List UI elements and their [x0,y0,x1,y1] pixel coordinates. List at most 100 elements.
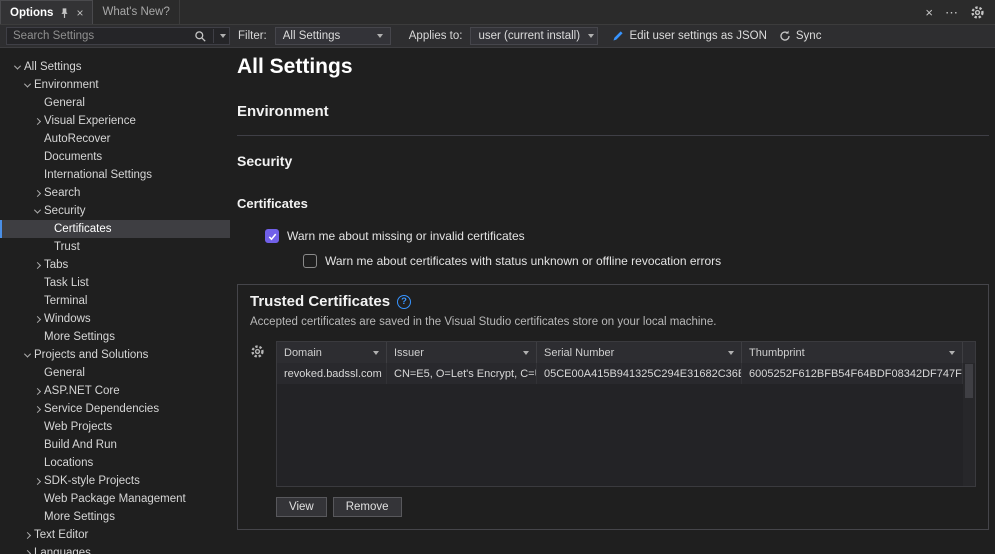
table-scrollbar-thumb[interactable] [965,364,973,398]
column-header-domain[interactable]: Domain [277,342,387,363]
chevron-slot [30,479,44,484]
chevron-right-icon[interactable] [23,549,30,554]
tree-item-more-settings[interactable]: More Settings [0,508,230,526]
pin-icon[interactable] [59,7,70,19]
tree-item-terminal[interactable]: Terminal [0,292,230,310]
tree-item-service-dependencies[interactable]: Service Dependencies [0,400,230,418]
chevron-slot [30,209,44,214]
tree-item-label: Search [44,187,80,199]
tab-bar-spacer [180,0,916,24]
tree-item-tabs[interactable]: Tabs [0,256,230,274]
column-filter-chevron-icon[interactable] [373,351,379,355]
close-icon[interactable]: × [925,6,933,19]
warn-missing-certificates-checkbox[interactable] [265,229,279,243]
warn-status-unknown-row: Warn me about certificates with status u… [303,254,989,268]
search-icon[interactable] [191,30,210,43]
tree-item-search[interactable]: Search [0,184,230,202]
tree-item-label: Trust [54,241,80,253]
more-options-icon[interactable]: ⋯ [945,6,958,19]
chevron-right-icon[interactable] [33,117,40,124]
help-icon[interactable]: ? [397,295,411,309]
column-header-serial-number[interactable]: Serial Number [537,342,742,363]
tree-item-locations[interactable]: Locations [0,454,230,472]
gear-icon[interactable] [970,5,985,20]
filter-dropdown[interactable]: All Settings [275,27,391,45]
tree-item-task-list[interactable]: Task List [0,274,230,292]
tab-options[interactable]: Options × [0,0,93,24]
view-button[interactable]: View [276,497,327,517]
table-scrollbar[interactable] [963,363,975,486]
tree-item-windows[interactable]: Windows [0,310,230,328]
cell-thumbprint: 6005252F612BFB54F64BDF08342DF747FB56C2B1 [742,363,963,384]
tree-item-web-package-management[interactable]: Web Package Management [0,490,230,508]
column-header-thumbprint[interactable]: Thumbprint [742,342,963,363]
search-input[interactable] [13,30,191,42]
chevron-right-icon[interactable] [33,405,40,412]
warn-missing-certificates-row: Warn me about missing or invalid certifi… [265,229,989,243]
search-box[interactable] [6,27,230,45]
remove-button[interactable]: Remove [333,497,402,517]
column-filter-chevron-icon[interactable] [523,351,529,355]
chevron-right-icon[interactable] [33,387,40,394]
tree-item-label: More Settings [44,331,115,343]
certificates-heading: Certificates [237,196,989,211]
tree-item-languages[interactable]: Languages [0,544,230,554]
tree-item-sdk-style-projects[interactable]: SDK-style Projects [0,472,230,490]
tab-whats-new[interactable]: What's New? [93,0,179,24]
settings-page: All Settings Environment Security Certif… [230,48,995,554]
tab-close-icon[interactable]: × [76,7,83,19]
tree-item-visual-experience[interactable]: Visual Experience [0,112,230,130]
column-header-label: Thumbprint [749,347,805,359]
tree-item-more-settings[interactable]: More Settings [0,328,230,346]
tree-item-text-editor[interactable]: Text Editor [0,526,230,544]
chevron-right-icon[interactable] [33,315,40,322]
search-dropdown-chevron-icon[interactable] [217,34,229,38]
tree-item-label: Languages [34,547,91,554]
tree-item-all-settings[interactable]: All Settings [0,58,230,76]
tree-item-security[interactable]: Security [0,202,230,220]
chevron-down-icon[interactable] [33,206,40,213]
tree-item-web-projects[interactable]: Web Projects [0,418,230,436]
applies-to-dropdown[interactable]: user (current install) [470,27,598,45]
tree-item-build-and-run[interactable]: Build And Run [0,436,230,454]
tree-item-label: ASP.NET Core [44,385,120,397]
tree-item-documents[interactable]: Documents [0,148,230,166]
tree-item-trust[interactable]: Trust [0,238,230,256]
chevron-right-icon[interactable] [33,261,40,268]
column-header-label: Issuer [394,347,424,359]
chevron-slot [10,65,24,70]
chevron-right-icon[interactable] [33,189,40,196]
sync-button[interactable]: Sync [779,30,822,42]
chevron-down-icon[interactable] [23,350,30,357]
tree-item-label: Visual Experience [44,115,136,127]
tree-item-certificates[interactable]: Certificates [0,220,230,238]
warn-status-unknown-checkbox[interactable] [303,254,317,268]
tree-item-environment[interactable]: Environment [0,76,230,94]
tree-item-international-settings[interactable]: International Settings [0,166,230,184]
body-row: All SettingsEnvironmentGeneralVisual Exp… [0,48,995,554]
options-window: Options × What's New? × ⋯ [0,0,995,554]
tree-item-autorecover[interactable]: AutoRecover [0,130,230,148]
tree-item-projects-and-solutions[interactable]: Projects and Solutions [0,346,230,364]
applies-to-dropdown-value: user (current install) [478,30,580,42]
column-filter-chevron-icon[interactable] [728,351,734,355]
tab-whats-new-label: What's New? [102,6,169,18]
header-scrollbar-spacer [963,342,975,363]
chevron-down-icon[interactable] [23,80,30,87]
column-header-label: Serial Number [544,347,614,359]
trusted-certificates-title: Trusted Certificates [250,293,390,310]
edit-json-button[interactable]: Edit user settings as JSON [612,30,766,42]
tree-item-general[interactable]: General [0,364,230,382]
column-filter-chevron-icon[interactable] [949,351,955,355]
chevron-slot [20,533,34,538]
column-header-issuer[interactable]: Issuer [387,342,537,363]
cell-issuer: CN=E5, O=Let's Encrypt, C=US [387,363,537,384]
chevron-right-icon[interactable] [33,477,40,484]
chevron-down-icon[interactable] [13,62,20,69]
table-settings-gear-icon[interactable] [250,344,265,359]
trusted-certificates-description: Accepted certificates are saved in the V… [250,316,976,328]
chevron-right-icon[interactable] [23,531,30,538]
tree-item-asp-net-core[interactable]: ASP.NET Core [0,382,230,400]
table-row[interactable]: revoked.badssl.comCN=E5, O=Let's Encrypt… [277,363,963,384]
tree-item-general[interactable]: General [0,94,230,112]
